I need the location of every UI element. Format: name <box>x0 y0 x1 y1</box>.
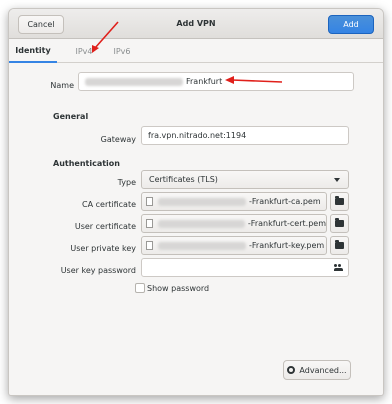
gateway-label: Gateway <box>100 135 136 144</box>
gear-icon <box>287 366 296 374</box>
show-password-checkbox[interactable] <box>135 283 145 293</box>
chevron-down-icon <box>334 178 340 182</box>
redacted-text <box>158 241 246 250</box>
user-private-key-open-button[interactable] <box>330 236 349 255</box>
name-label: Name <box>50 81 74 90</box>
tab-ipv4[interactable]: IPv4 <box>67 39 101 63</box>
type-label: Type <box>117 178 136 187</box>
user-key-password-field[interactable] <box>141 258 349 277</box>
add-button[interactable]: Add <box>328 15 374 34</box>
user-certificate-file-button[interactable]: -Frankfurt-cert.pem <box>141 214 327 233</box>
user-private-key-file-button[interactable]: -Frankfurt-key.pem <box>141 236 327 255</box>
tab-bar: Identity IPv4 IPv6 <box>9 39 383 63</box>
ca-certificate-file-button[interactable]: -Frankfurt-ca.pem <box>141 192 327 211</box>
gateway-value: fra.vpn.nitrado.net:1194 <box>148 131 247 140</box>
user-key-password-label: User key password <box>60 266 136 275</box>
tab-identity[interactable]: Identity <box>9 39 57 63</box>
ca-certificate-open-button[interactable] <box>330 192 349 211</box>
ca-certificate-value: -Frankfurt-ca.pem <box>249 197 321 206</box>
authentication-section-title: Authentication <box>53 159 120 168</box>
document-icon <box>146 241 153 250</box>
document-icon <box>146 197 153 206</box>
folder-open-icon <box>335 196 344 205</box>
general-section-title: General <box>53 112 89 121</box>
folder-open-icon <box>335 218 344 227</box>
password-storage-icon[interactable] <box>334 264 343 271</box>
type-dropdown[interactable]: Certificates (TLS) <box>141 170 349 189</box>
user-private-key-label: User private key <box>70 244 136 253</box>
dialog-title: Add VPN <box>176 19 216 28</box>
user-certificate-label: User certificate <box>74 222 136 231</box>
ca-certificate-label: CA certificate <box>82 200 136 209</box>
tab-ipv6[interactable]: IPv6 <box>105 39 139 63</box>
redacted-text <box>85 77 183 86</box>
advanced-label: Advanced... <box>299 365 347 375</box>
gateway-field[interactable]: fra.vpn.nitrado.net:1194 <box>141 126 349 145</box>
header-bar: Cancel Add VPN Add <box>9 9 383 39</box>
name-value: Frankfurt <box>186 77 223 86</box>
user-private-key-value: -Frankfurt-key.pem <box>249 241 325 250</box>
add-vpn-dialog: Cancel Add VPN Add Identity IPv4 IPv6 Na… <box>8 8 384 396</box>
user-certificate-open-button[interactable] <box>330 214 349 233</box>
folder-open-icon <box>335 240 344 249</box>
advanced-button[interactable]: Advanced... <box>283 360 351 380</box>
user-certificate-value: -Frankfurt-cert.pem <box>247 219 326 228</box>
document-icon <box>146 219 153 228</box>
show-password-label[interactable]: Show password <box>147 284 209 293</box>
name-field[interactable]: Frankfurt <box>78 72 354 91</box>
redacted-text <box>158 197 246 206</box>
redacted-text <box>158 219 245 228</box>
type-value: Certificates (TLS) <box>149 175 218 184</box>
